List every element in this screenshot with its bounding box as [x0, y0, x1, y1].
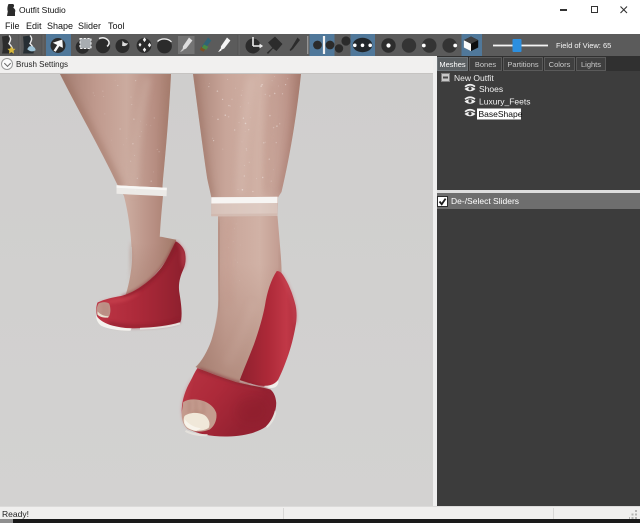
svg-text:Shoes: Shoes [479, 84, 503, 94]
svg-text:BaseShape: BaseShape [479, 109, 523, 119]
svg-text:Luxury_Feets: Luxury_Feets [479, 97, 531, 107]
svg-text:New Outfit: New Outfit [454, 73, 494, 83]
